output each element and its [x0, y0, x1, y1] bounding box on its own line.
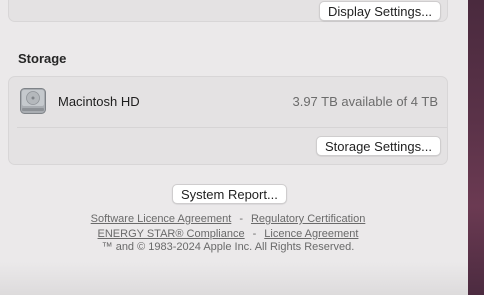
display-panel: Display Settings... [8, 0, 448, 22]
display-settings-button[interactable]: Display Settings... [319, 1, 442, 21]
separator: - [252, 228, 257, 240]
separator: - [239, 213, 243, 225]
divider [17, 127, 447, 128]
storage-section-title: Storage [18, 51, 67, 66]
footer-links-row-2: ENERGY STAR® Compliance - Licence Agreemen… [0, 228, 456, 240]
disk-name: Macintosh HD [58, 94, 140, 109]
licence-agreement-link[interactable]: Licence Agreement [264, 228, 358, 240]
storage-panel: Macintosh HD 3.97 TB available of 4 TB S… [8, 76, 448, 165]
about-this-mac-window: Display Settings... Storage Macintosh HD… [0, 0, 468, 295]
system-report-button[interactable]: System Report... [172, 184, 287, 204]
window-bottom [0, 262, 468, 295]
storage-settings-button[interactable]: Storage Settings... [316, 136, 441, 156]
desktop-background [468, 0, 484, 295]
energy-star-link[interactable]: ENERGY STAR® Compliance [98, 228, 245, 240]
regulatory-certification-link[interactable]: Regulatory Certification [251, 213, 365, 225]
software-licence-link[interactable]: Software Licence Agreement [91, 213, 232, 225]
copyright-text: ™ and © 1983-2024 Apple Inc. All Rights … [101, 241, 355, 253]
hard-drive-icon [19, 87, 47, 115]
footer-links-row-1: Software Licence Agreement - Regulatory Ce… [0, 213, 456, 225]
disk-availability: 3.97 TB available of 4 TB [292, 94, 438, 109]
